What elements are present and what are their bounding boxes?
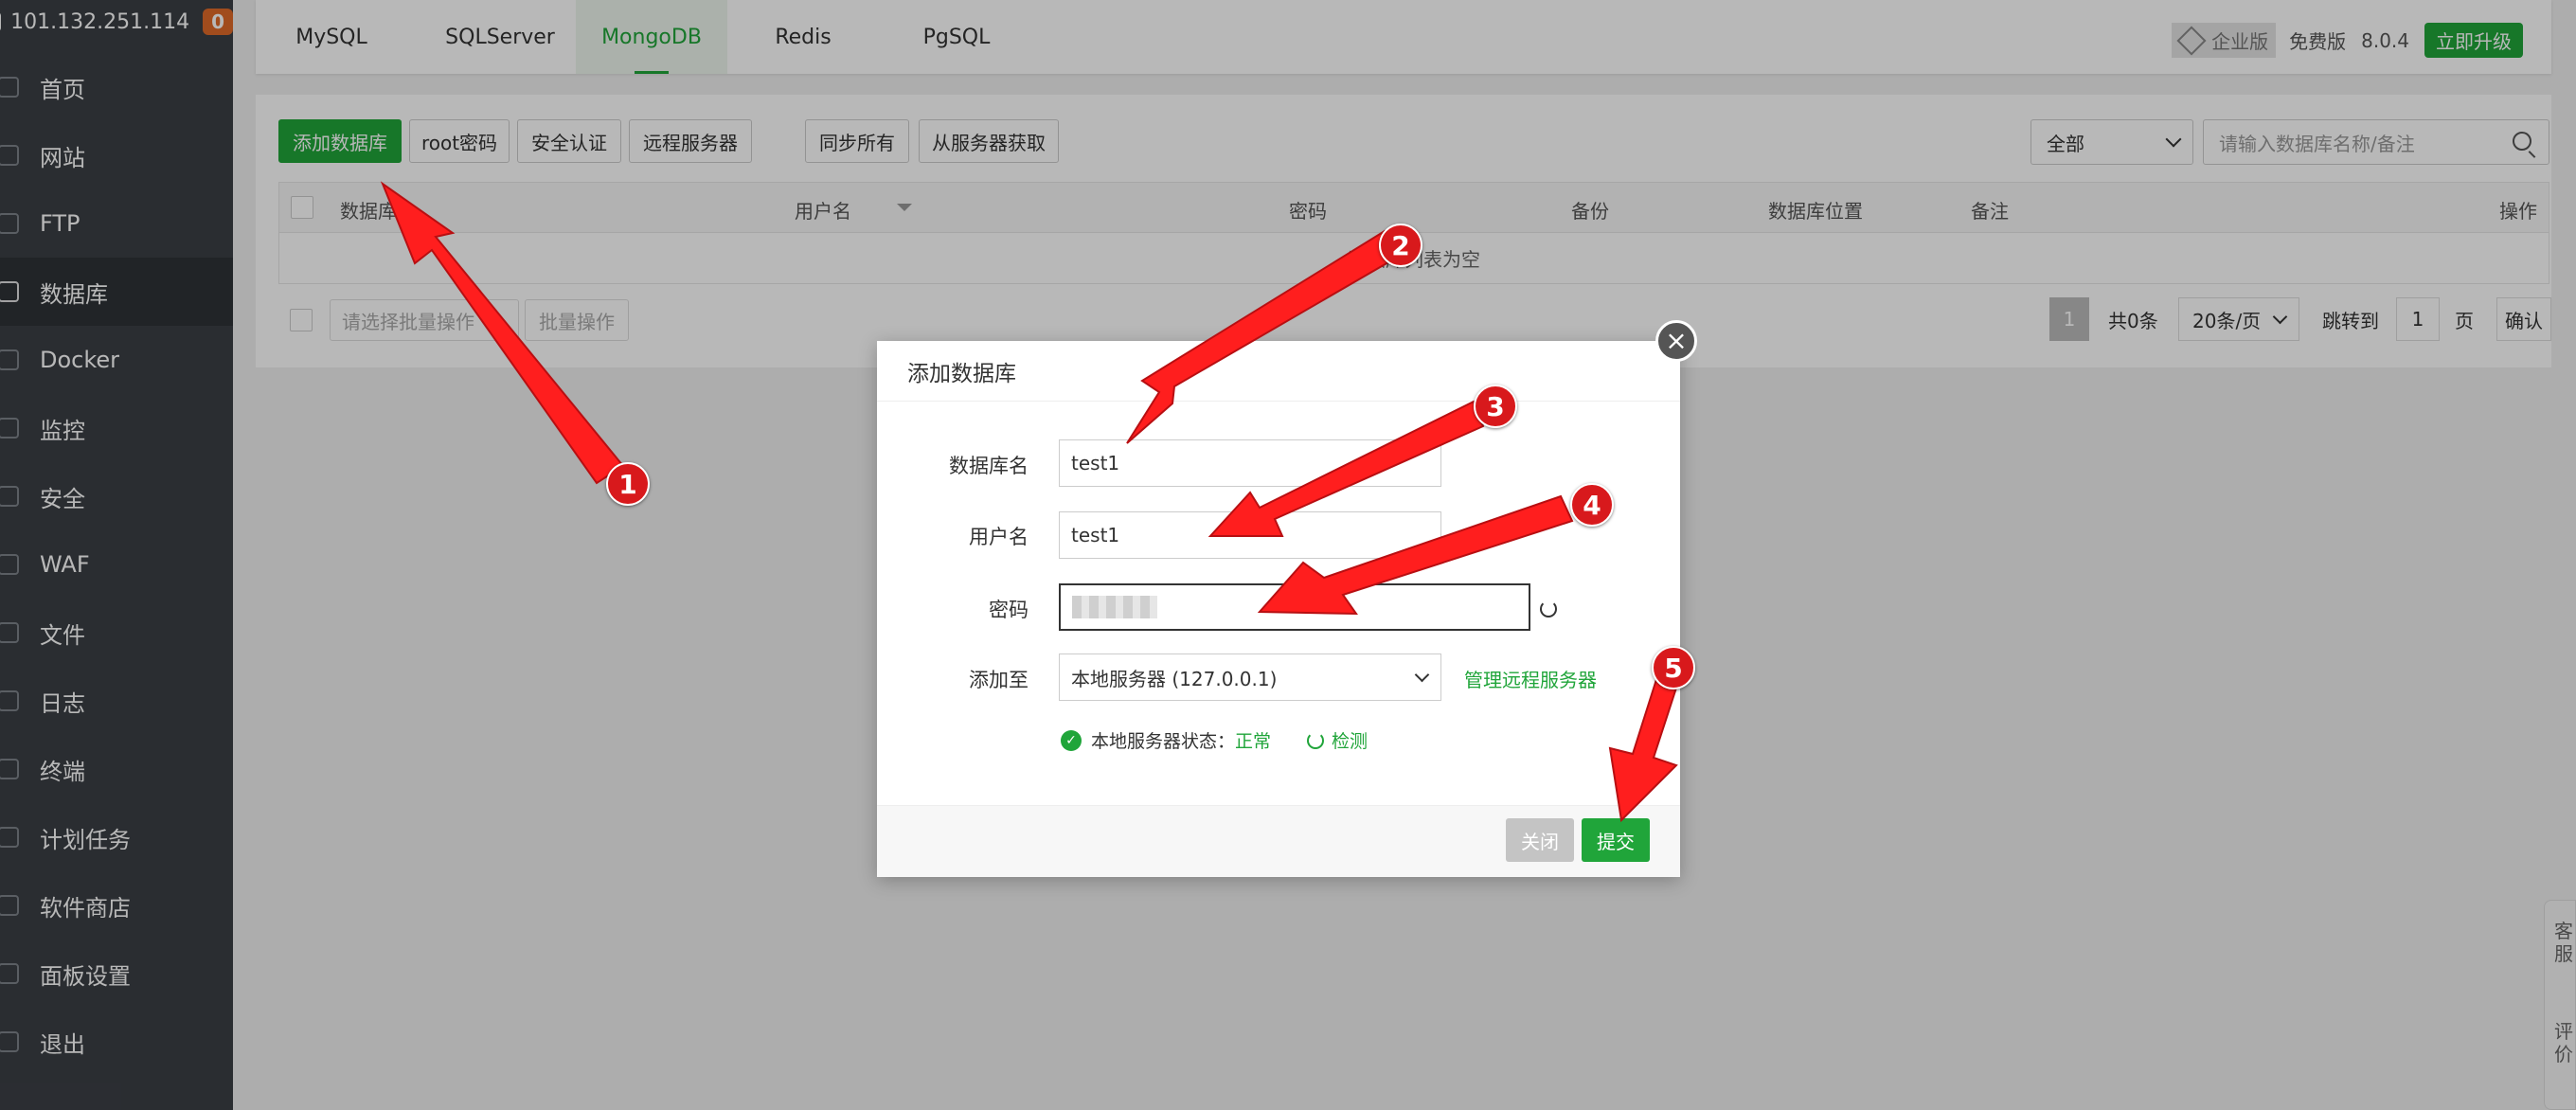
annotation-arrow-5 <box>1608 669 1682 823</box>
annotation-arrow-2 <box>1126 229 1402 444</box>
annotation-marker-5: 5 <box>1652 646 1695 689</box>
annotation-marker-2: 2 <box>1379 224 1422 267</box>
annotation-arrow-1 <box>380 181 625 485</box>
annotation-arrow-3 <box>1208 400 1485 537</box>
annotation-arrow-4 <box>1257 494 1574 616</box>
annotation-arrows <box>380 181 1682 823</box>
annotation-marker-3: 3 <box>1474 385 1517 428</box>
annotation-marker-4: 4 <box>1570 483 1614 527</box>
annotation-marker-1: 1 <box>606 462 650 506</box>
